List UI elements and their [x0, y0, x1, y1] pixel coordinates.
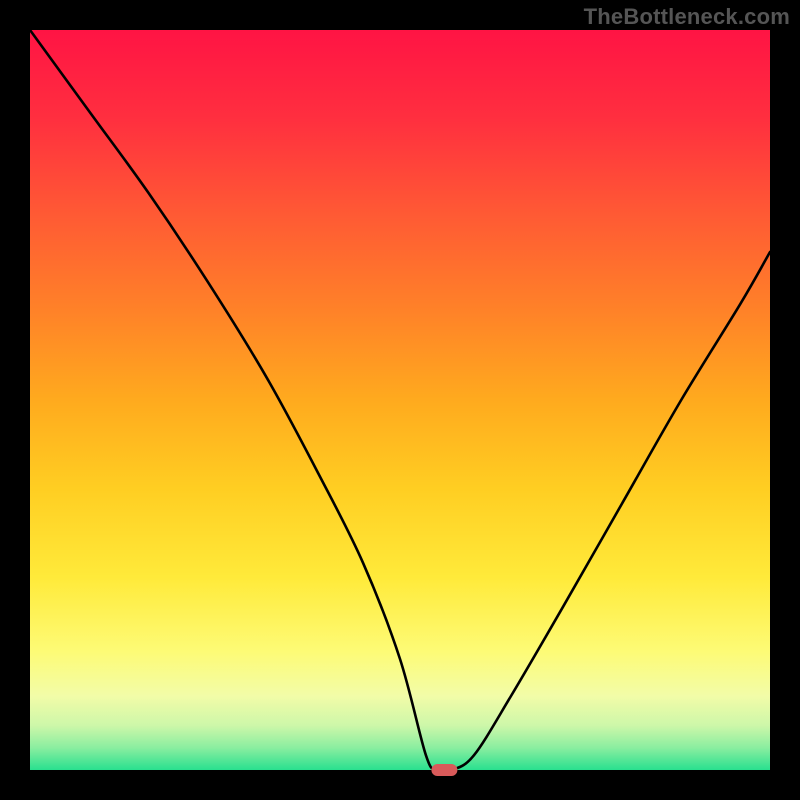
- chart-frame: TheBottleneck.com: [0, 0, 800, 800]
- watermark-text: TheBottleneck.com: [584, 4, 790, 30]
- optimal-marker: [431, 764, 457, 776]
- bottleneck-chart: [0, 0, 800, 800]
